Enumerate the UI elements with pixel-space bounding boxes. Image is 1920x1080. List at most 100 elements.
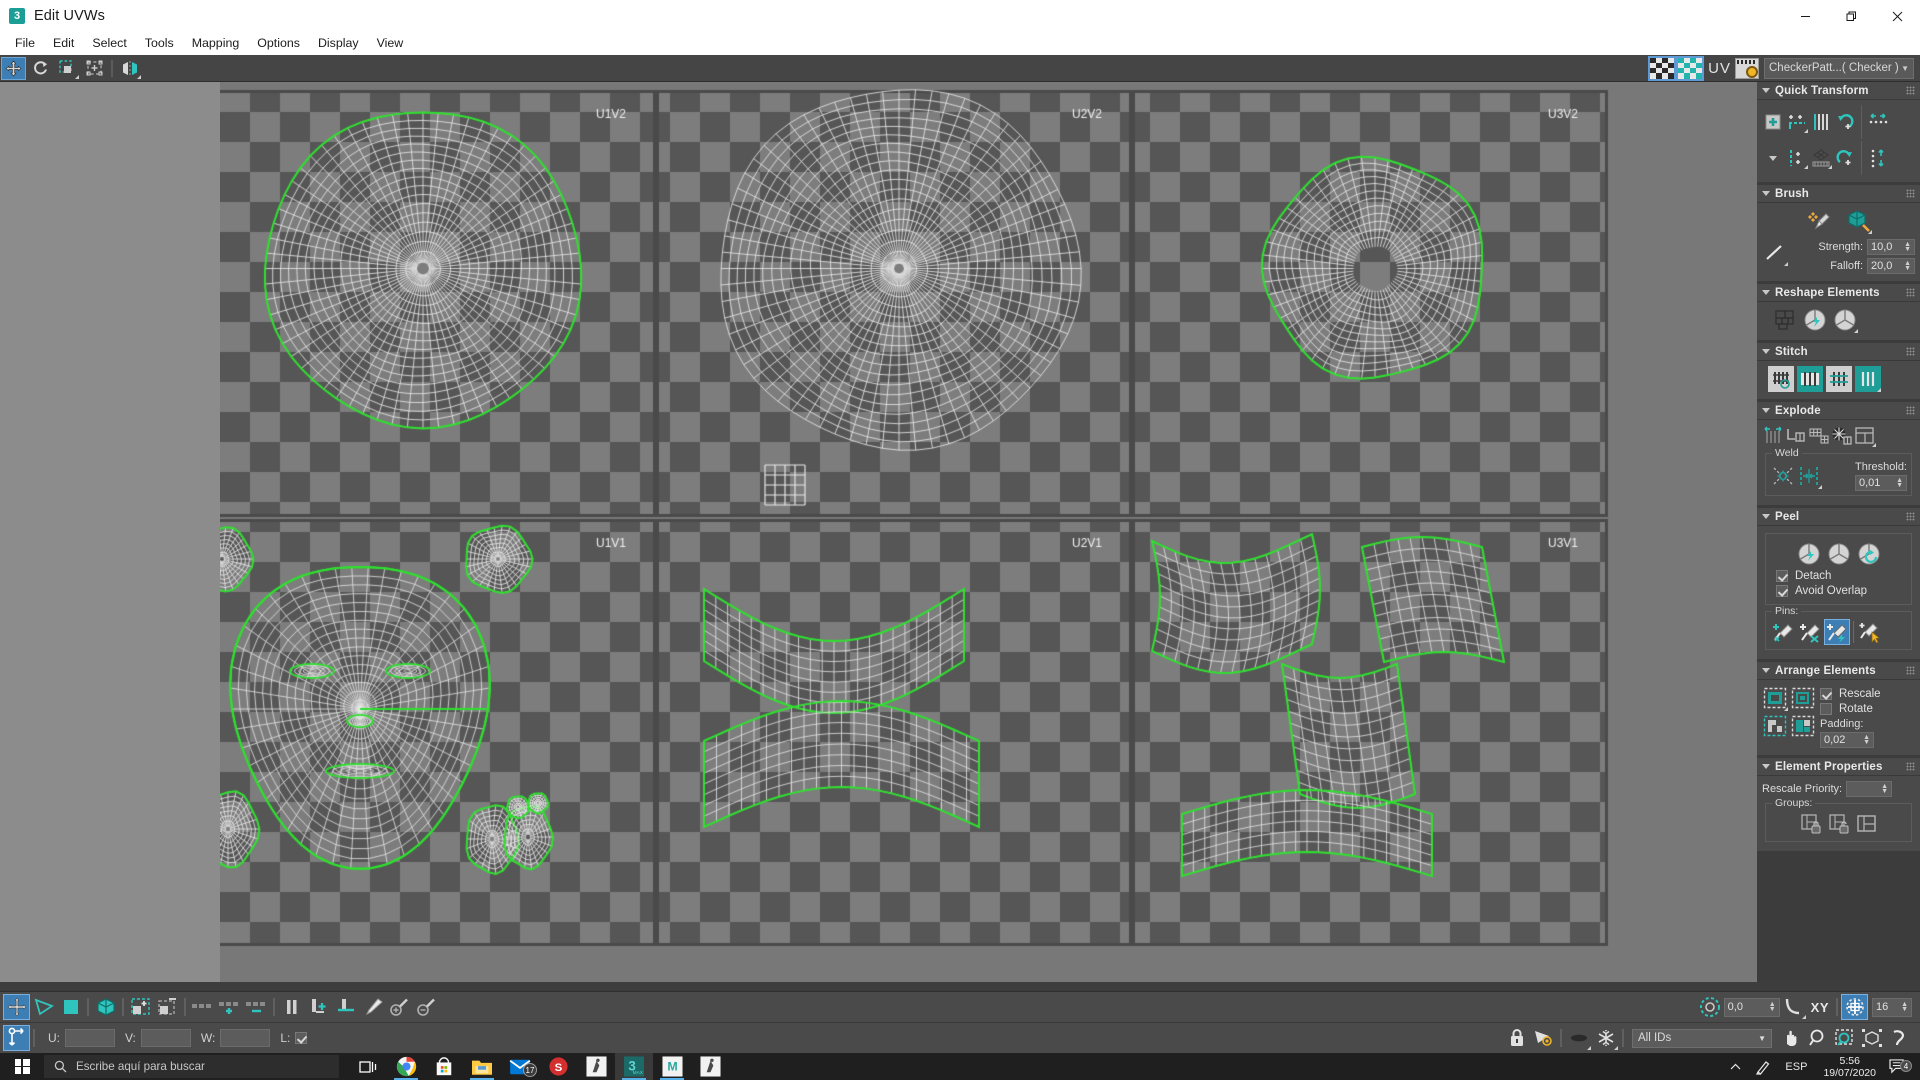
quick-peel-icon[interactable] — [1796, 541, 1822, 567]
maya-icon[interactable]: M — [653, 1053, 691, 1080]
brush-header[interactable]: Brush — [1757, 185, 1920, 203]
zoom-extents-icon[interactable] — [1858, 1025, 1885, 1051]
task-view-icon[interactable] — [349, 1053, 387, 1080]
material-dropdown[interactable]: CheckerPatt...( Checker ) ▼ — [1764, 57, 1914, 79]
element-properties-header[interactable]: Element Properties — [1757, 758, 1920, 776]
spinner-arrows-icon[interactable]: ▲ ▼ — [1896, 477, 1903, 489]
group-unlock-icon[interactable] — [1826, 811, 1852, 837]
align-horizontal-icon[interactable] — [1786, 111, 1808, 133]
explode-header[interactable]: Explode — [1757, 402, 1920, 420]
stitch-to-target-icon[interactable] — [1826, 366, 1852, 392]
quick-transform-header[interactable]: Quick Transform — [1757, 82, 1920, 100]
close-button[interactable] — [1874, 0, 1920, 32]
uv-canvas[interactable] — [220, 82, 1757, 982]
angle-spinner[interactable]: 0,0 ▲ ▼ — [1723, 997, 1780, 1017]
quick-transform-expand-icon[interactable] — [1762, 147, 1784, 169]
file-explorer-icon[interactable] — [463, 1053, 501, 1080]
stitch-selected-icon[interactable] — [1797, 366, 1823, 392]
zoom-region-icon[interactable] — [1831, 1025, 1858, 1051]
avoid-overlap-checkbox[interactable] — [1776, 585, 1788, 597]
menu-display[interactable]: Display — [309, 34, 368, 53]
grid-snap-icon[interactable] — [1841, 994, 1868, 1020]
weld-selected-icon[interactable] — [1796, 463, 1822, 489]
zbrush-icon[interactable] — [577, 1053, 615, 1080]
pen-icon[interactable] — [1748, 1059, 1778, 1075]
move-tool[interactable] — [1, 56, 26, 80]
break-angle-icon[interactable] — [1785, 425, 1807, 447]
paintbrush-icon[interactable] — [359, 994, 386, 1020]
zbrush-core-icon[interactable] — [691, 1053, 729, 1080]
flatten-by-angle-icon[interactable] — [1772, 307, 1798, 333]
absolute-snap-icon[interactable] — [1697, 994, 1724, 1020]
zoom-out-brush-icon[interactable] — [413, 994, 440, 1020]
grid-value-spinner[interactable]: 16 ▲ ▼ — [1872, 997, 1912, 1017]
rotate-checkbox[interactable] — [1820, 703, 1832, 715]
menu-view[interactable]: View — [368, 34, 413, 53]
avoid-overlap-checkbox-row[interactable]: Avoid Overlap — [1776, 585, 1907, 597]
pivot-offset-icon[interactable] — [3, 1025, 30, 1051]
break-face-icon[interactable] — [1808, 425, 1830, 447]
pan-hand-icon[interactable] — [1777, 1025, 1804, 1051]
move-sub-icon[interactable] — [3, 994, 30, 1020]
threshold-spinner[interactable]: 0,01 ▲ ▼ — [1855, 475, 1907, 491]
spinner-arrows-icon[interactable]: ▲ ▼ — [1881, 783, 1888, 795]
falloff-spinner[interactable]: 20,0 ▲ ▼ — [1867, 258, 1915, 274]
menu-tools[interactable]: Tools — [136, 34, 183, 53]
spinner-arrows-icon[interactable]: ▲ ▼ — [1901, 1001, 1908, 1013]
map-options-gear-icon[interactable] — [1735, 57, 1759, 79]
vertex-mode-icon[interactable] — [30, 994, 57, 1020]
edge-mode-icon[interactable] — [57, 994, 84, 1020]
group-lock-icon[interactable] — [1798, 811, 1824, 837]
break-element-icon[interactable] — [1854, 425, 1876, 447]
pack-custom-icon[interactable] — [1790, 685, 1816, 711]
align-horizontal-bottom-icon[interactable] — [332, 994, 359, 1020]
menu-edit[interactable]: Edit — [44, 34, 83, 53]
peel-reset-icon[interactable] — [1856, 541, 1882, 567]
uv-viewport[interactable] — [220, 82, 1757, 982]
rescale-checkbox[interactable] — [1820, 688, 1832, 700]
group-clear-icon[interactable] — [1854, 811, 1880, 837]
pin-select-icon[interactable] — [1857, 619, 1883, 645]
notification-center-button[interactable]: 4 — [1885, 1059, 1914, 1074]
spinner-arrows-icon[interactable]: ▲ ▼ — [1863, 734, 1870, 746]
arrange-elements-header[interactable]: Arrange Elements — [1757, 662, 1920, 680]
stitch-header[interactable]: Stitch — [1757, 343, 1920, 361]
zoom-icon[interactable] — [1804, 1025, 1831, 1051]
filter-sub-icon[interactable] — [243, 994, 270, 1020]
checker-display-icon[interactable] — [1676, 55, 1705, 81]
pack-linear-icon[interactable] — [1762, 713, 1788, 739]
peel-mode-icon[interactable] — [1826, 541, 1852, 567]
reshape-elements-header[interactable]: Reshape Elements — [1757, 284, 1920, 302]
padding-spinner[interactable]: 0,02 ▲ ▼ — [1820, 732, 1874, 748]
straighten-vertical-icon[interactable] — [1810, 111, 1832, 133]
align-pivot-icon[interactable] — [1762, 111, 1784, 133]
mirror-tool[interactable] — [117, 57, 142, 80]
filter-selected-faces-icon[interactable] — [189, 994, 216, 1020]
clock[interactable]: 5:56 19/07/2020 — [1814, 1055, 1885, 1079]
rotate-tool[interactable] — [28, 57, 53, 80]
hide-icon[interactable] — [1565, 1025, 1592, 1051]
freeform-mode-tool[interactable] — [82, 57, 107, 80]
spinner-arrows-icon[interactable]: ▲ ▼ — [1904, 241, 1911, 253]
align-to-edge-icon[interactable] — [305, 994, 332, 1020]
undo-view-icon[interactable] — [1885, 1025, 1912, 1051]
align-vertical-icon[interactable] — [1786, 147, 1808, 169]
paint-move-brush-icon[interactable] — [1806, 208, 1832, 234]
freeze-icon[interactable] — [1592, 1025, 1619, 1051]
menu-options[interactable]: Options — [248, 34, 309, 53]
break-material-icon[interactable] — [1831, 425, 1853, 447]
falloff-curve-icon[interactable] — [1780, 994, 1807, 1020]
space-horizontal-icon[interactable] — [1867, 111, 1889, 133]
stitch-diagonal-icon[interactable] — [1855, 366, 1881, 392]
rescale-priority-spinner[interactable]: ▲ ▼ — [1846, 781, 1893, 797]
w-field[interactable] — [220, 1029, 271, 1047]
menu-file[interactable]: File — [6, 34, 44, 53]
mirror-axis-icon[interactable] — [278, 994, 305, 1020]
detach-checkbox[interactable] — [1776, 570, 1788, 582]
u-field[interactable] — [65, 1029, 115, 1047]
paint-relax-brush-icon[interactable] — [1846, 208, 1872, 234]
substance-painter-icon[interactable]: S — [539, 1053, 577, 1080]
zoom-in-brush-icon[interactable] — [386, 994, 413, 1020]
select-by-element-icon[interactable] — [154, 994, 181, 1020]
filter-add-icon[interactable] — [216, 994, 243, 1020]
